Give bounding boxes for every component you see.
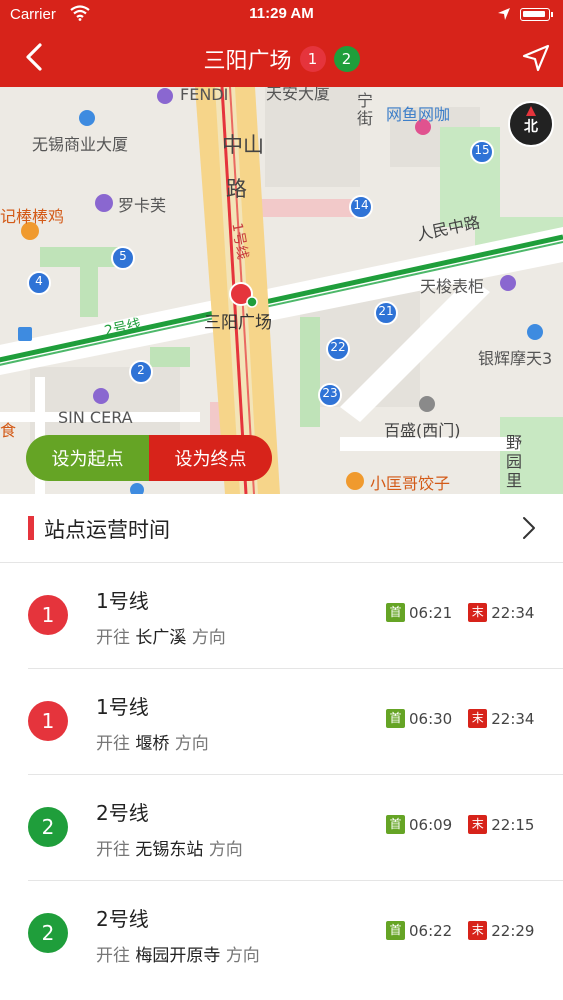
last-train-time: 22:29 [491, 921, 535, 940]
map-label-wangyu: 网鱼网咖 [386, 105, 451, 124]
section-accent-bar [28, 516, 34, 540]
line-schedule-row[interactable]: 1 1号线 开往 长广溪 方向 首 06:21 末 22:34 [28, 563, 563, 669]
line-schedule-row[interactable]: 1 1号线 开往 堰桥 方向 首 06:30 末 22:34 [28, 669, 563, 775]
destination: 梅园开原寺 [135, 946, 221, 966]
map-label-yeyuanli: 野园里 [506, 433, 523, 490]
map-label-lu: 路 [226, 177, 247, 201]
line-badge: 2 [28, 913, 68, 953]
map-label-xiaokuang: 小匡哥饺子 [370, 474, 451, 493]
map-pin-23: 23 [322, 386, 338, 400]
destination: 堰桥 [135, 734, 170, 754]
map-label-luokafu: 罗卡芙 [118, 196, 167, 215]
first-train-time: 06:22 [409, 921, 453, 940]
service-times: 首 06:09 末 22:15 [386, 815, 534, 834]
line-schedule-row[interactable]: 2 2号线 开往 梅园开原寺 方向 首 06:22 末 22:29 [28, 881, 563, 986]
service-times: 首 06:30 末 22:34 [386, 709, 534, 728]
map-pin-4: 4 [35, 274, 43, 288]
last-train-tag: 末 [468, 709, 488, 728]
direction-text: 开往 无锡东站 方向 [96, 840, 243, 860]
line-name: 2号线 [96, 801, 149, 825]
first-train-tag: 首 [386, 815, 405, 834]
page-title: 三阳广场 [203, 49, 292, 74]
last-train-time: 22:15 [491, 815, 535, 834]
map-label-baisheng: 百盛(西门) [384, 421, 461, 440]
map-label-yinhui: 银辉摩天3 [478, 349, 553, 368]
first-train-time: 06:21 [409, 603, 453, 622]
map-label-tianan: 天安大厦 [266, 87, 331, 103]
line-schedule-row[interactable]: 2 2号线 开往 无锡东站 方向 首 06:09 末 22:15 [28, 775, 563, 881]
compass-north-label: 北 [524, 119, 538, 135]
line-name: 1号线 [96, 695, 149, 719]
direction-text: 开往 梅园开原寺 方向 [96, 946, 260, 966]
service-times: 首 06:22 末 22:29 [386, 921, 534, 940]
map-pin-22: 22 [330, 340, 346, 354]
map-label-fendi: FENDI [180, 87, 229, 104]
map-label-tianjun: 天梭表柜 [420, 277, 485, 296]
map-label-sincera: SIN CERA [58, 408, 133, 427]
first-train-tag: 首 [386, 709, 405, 728]
nav-title-group: 三阳广场 1 2 [0, 42, 563, 76]
direction-text: 开往 堰桥 方向 [96, 734, 209, 754]
last-train-time: 22:34 [491, 603, 535, 622]
station-map[interactable]: FENDI 天安大厦 宁 街 网鱼网咖 无锡商业大厦 中山 路 罗卡芙 记棒棒鸡… [0, 87, 563, 494]
map-label-wuxi-commerce: 无锡商业大厦 [32, 135, 129, 154]
first-train-time: 06:09 [409, 815, 453, 834]
direction-text: 开往 长广溪 方向 [96, 628, 226, 648]
battery-icon [520, 8, 550, 21]
map-pin-5: 5 [119, 249, 127, 263]
status-time: 11:29 AM [249, 5, 314, 22]
status-bar: Carrier 11:29 AM [0, 0, 563, 30]
line-2-badge: 2 [333, 46, 360, 72]
line-name: 2号线 [96, 907, 149, 931]
last-train-time: 22:34 [491, 709, 535, 728]
map-label-jibangbangji: 记棒棒鸡 [0, 207, 65, 226]
first-train-tag: 首 [386, 921, 405, 940]
line-badge: 2 [28, 807, 68, 847]
destination: 无锡东站 [135, 840, 204, 860]
line-badge: 1 [28, 595, 68, 635]
set-start-button[interactable]: 设为起点 [26, 435, 149, 481]
first-train-tag: 首 [386, 603, 405, 622]
last-train-tag: 末 [468, 815, 488, 834]
map-label-jie: 街 [357, 109, 374, 128]
operating-hours-header[interactable]: 站点运营时间 [0, 494, 563, 563]
map-pin-21: 21 [378, 304, 394, 318]
first-train-time: 06:30 [409, 709, 453, 728]
service-times: 首 06:21 末 22:34 [386, 603, 534, 622]
line-1-badge: 1 [299, 46, 326, 72]
compass-button[interactable]: 北 [508, 101, 554, 147]
last-train-tag: 末 [468, 603, 488, 622]
section-title: 站点运营时间 [44, 518, 170, 542]
line-name: 1号线 [96, 589, 149, 613]
last-train-tag: 末 [468, 921, 488, 940]
line-badge: 1 [28, 701, 68, 741]
map-label-zhongshan: 中山 [222, 133, 264, 157]
chevron-right-icon [523, 517, 535, 539]
map-label-shi: 食 [0, 421, 17, 440]
map-pin-14: 14 [353, 198, 369, 212]
set-end-button[interactable]: 设为终点 [149, 435, 272, 481]
destination: 长广溪 [135, 628, 187, 648]
battery-cap [551, 12, 553, 17]
map-label-sanyang: 三阳广场 [204, 313, 272, 333]
map-pin-15: 15 [474, 143, 490, 157]
navigate-icon[interactable] [520, 42, 552, 74]
map-pin-2: 2 [137, 363, 145, 377]
nav-header: Carrier 11:29 AM 三阳广场 1 2 [0, 0, 563, 87]
location-arrow-icon [498, 8, 510, 20]
